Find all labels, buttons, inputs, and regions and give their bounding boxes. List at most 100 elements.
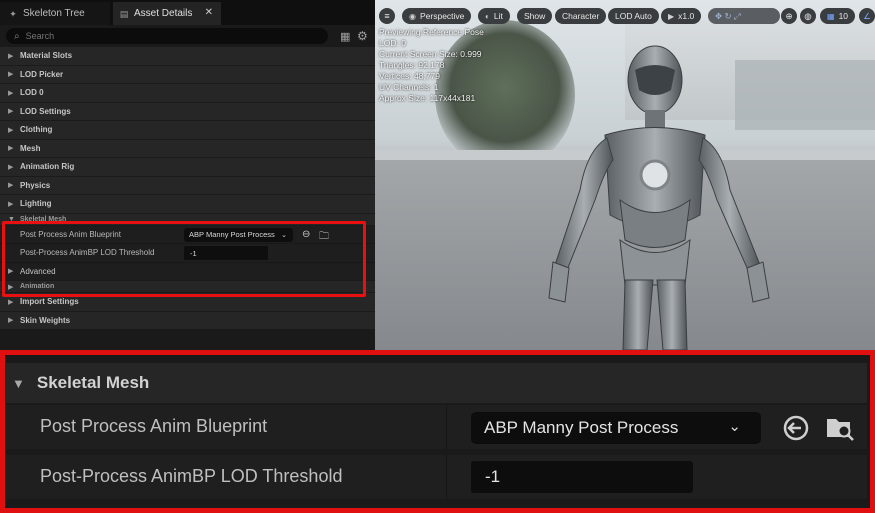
stats-line: Current Screen Size: 0.999	[379, 49, 482, 59]
stats-line: Vertices: 48,779	[379, 71, 440, 81]
details-panel: ✦ Skeleton Tree ▤ Asset Details ✕ ⌕ ▦ ⚙ …	[0, 0, 375, 350]
transform-icon: ✥ ↻ ⤢	[715, 10, 741, 21]
play-speed-button[interactable]: ▶ x1.0	[661, 8, 702, 24]
category-label: Skeletal Mesh	[20, 215, 67, 223]
anim-blueprint-dropdown[interactable]: ABP Manny Post Process ⌄	[184, 227, 293, 242]
category-animation[interactable]: ▶ Animation	[0, 281, 375, 293]
search-row: ⌕ ▦ ⚙	[0, 25, 375, 47]
caret-right-icon: ▶	[8, 268, 14, 276]
lod-label: LOD Auto	[615, 11, 652, 21]
world-local-button[interactable]: ◍	[800, 8, 816, 24]
category-mesh[interactable]: ▶ Mesh	[0, 139, 375, 158]
details-icon: ▤	[119, 8, 129, 19]
category-lighting[interactable]: ▶ Lighting	[0, 195, 375, 214]
close-icon[interactable]: ✕	[205, 7, 213, 18]
property-label: Post Process Anim Blueprint	[20, 229, 121, 239]
gear-icon[interactable]: ⚙	[357, 29, 368, 43]
property-label: Post-Process AnimBP LOD Threshold	[20, 248, 155, 258]
category-animation-rig[interactable]: ▶ Animation Rig	[0, 158, 375, 177]
stats-line: Previewing Reference Pose	[379, 27, 484, 37]
tab-skeleton-tree[interactable]: ✦ Skeleton Tree	[0, 2, 110, 25]
zoom-property-label: Post-Process AnimBP LOD Threshold	[40, 466, 343, 486]
category-material-slots[interactable]: ▶ Material Slots	[0, 47, 375, 66]
category-label: Animation	[20, 283, 55, 290]
caret-right-icon: ▶	[8, 52, 14, 60]
caret-right-icon: ▶	[8, 298, 14, 306]
caret-right-icon: ▶	[8, 108, 14, 116]
lit-button[interactable]: ◐ Lit	[478, 8, 510, 24]
category-skeletal-mesh[interactable]: ▼ Skeletal Mesh	[0, 213, 375, 226]
category-lod-0[interactable]: ▶ LOD 0	[0, 84, 375, 103]
hamburger-icon: ≡	[384, 11, 390, 21]
snap-icon: ⊕	[785, 10, 793, 21]
property-post-process-anim-blueprint: Post Process Anim Blueprint ABP Manny Po…	[0, 225, 375, 246]
search-box[interactable]: ⌕	[6, 28, 328, 44]
show-label: Show	[524, 11, 546, 21]
table-view-icon[interactable]: ▦	[340, 30, 350, 43]
zoom-property-lod-threshold: Post-Process AnimBP LOD Threshold -1	[6, 455, 867, 499]
caret-right-icon: ▶	[8, 200, 14, 208]
category-list: ▶ Material Slots ▶ LOD Picker ▶ LOD 0 ▶ LOD …	[0, 47, 375, 330]
category-clothing[interactable]: ▶ Clothing	[0, 121, 375, 140]
search-input[interactable]	[25, 31, 306, 41]
chevron-down-icon: ⌄	[728, 418, 741, 435]
column-divider	[446, 455, 447, 499]
column-divider	[446, 405, 447, 449]
caret-right-icon: ▶	[8, 283, 14, 291]
zoom-category-skeletal-mesh[interactable]: ▼ Skeletal Mesh	[6, 363, 867, 403]
caret-down-icon: ▼	[12, 375, 25, 391]
advanced-label: Advanced	[20, 266, 56, 276]
caret-down-icon: ▼	[8, 215, 15, 223]
stats-line: Triangles: 92,178	[379, 60, 445, 70]
surface-snap-button[interactable]: ⊕	[781, 8, 797, 24]
preview-viewport[interactable]: ≡ ◉ Perspective ◐ Lit Show Character LOD A…	[375, 0, 875, 350]
browse-asset-icon[interactable]	[824, 413, 856, 443]
zoom-anim-blueprint-dropdown[interactable]: ABP Manny Post Process ⌄	[471, 412, 761, 444]
zoom-dropdown-value: ABP Manny Post Process	[484, 418, 679, 437]
bone-icon: ✦	[9, 8, 17, 19]
category-label: Material Slots	[20, 51, 73, 61]
category-label: Mesh	[20, 143, 41, 153]
use-selected-asset-icon[interactable]	[781, 413, 811, 443]
viewport-toolbar: ≡ ◉ Perspective ◐ Lit Show Character LOD A…	[375, 4, 875, 26]
character-button[interactable]: Character	[555, 8, 607, 24]
category-lod-settings[interactable]: ▶ LOD Settings	[0, 102, 375, 121]
caret-right-icon: ▶	[8, 163, 14, 171]
browse-asset-icon[interactable]: 🗀	[319, 229, 329, 246]
zoom-lod-threshold-input[interactable]: -1	[471, 461, 693, 493]
viewport-menu-button[interactable]: ≡	[379, 8, 395, 24]
transform-tools[interactable]: ✥ ↻ ⤢	[708, 8, 780, 24]
camera-icon: ◉	[409, 11, 416, 21]
show-button[interactable]: Show	[517, 8, 553, 24]
rotation-snap-button[interactable]: ∠	[859, 8, 875, 24]
caret-right-icon: ▶	[8, 182, 14, 190]
caret-right-icon: ▶	[8, 126, 14, 134]
grid-snap-button[interactable]: ▦ 10	[820, 8, 855, 24]
use-selected-asset-icon[interactable]: ⊖	[302, 229, 310, 240]
grid-size-label: 10	[838, 11, 849, 21]
perspective-label: Perspective	[419, 11, 465, 21]
category-label: Clothing	[20, 125, 53, 135]
lod-button[interactable]: LOD Auto	[608, 8, 659, 24]
dropdown-value: ABP Manny Post Process	[189, 230, 275, 239]
viewport-stats: Previewing Reference Pose LOD: 0 Current…	[379, 27, 484, 104]
chevron-down-icon: ⌄	[281, 231, 287, 239]
tab-bar: ✦ Skeleton Tree ▤ Asset Details ✕	[0, 0, 375, 25]
category-label: Import Settings	[20, 297, 79, 307]
perspective-button[interactable]: ◉ Perspective	[402, 8, 472, 24]
caret-right-icon: ▶	[8, 145, 14, 153]
category-physics[interactable]: ▶ Physics	[0, 176, 375, 195]
tab-asset-details-label: Asset Details	[134, 8, 193, 19]
category-label: LOD Picker	[20, 69, 64, 79]
tab-skeleton-tree-label: Skeleton Tree	[23, 8, 85, 19]
play-icon: ▶	[668, 11, 675, 21]
lod-threshold-input[interactable]: -1	[184, 246, 268, 260]
stats-line: LOD: 0	[379, 38, 406, 48]
advanced-group[interactable]: ▶ Advanced	[0, 262, 375, 281]
category-label: Animation Rig	[20, 162, 75, 172]
tab-asset-details[interactable]: ▤ Asset Details ✕	[113, 2, 221, 25]
category-skin-weights[interactable]: ▶ Skin Weights	[0, 311, 375, 330]
category-import-settings[interactable]: ▶ Import Settings	[0, 293, 375, 312]
category-lod-picker[interactable]: ▶ LOD Picker	[0, 65, 375, 84]
caret-right-icon: ▶	[8, 317, 14, 325]
